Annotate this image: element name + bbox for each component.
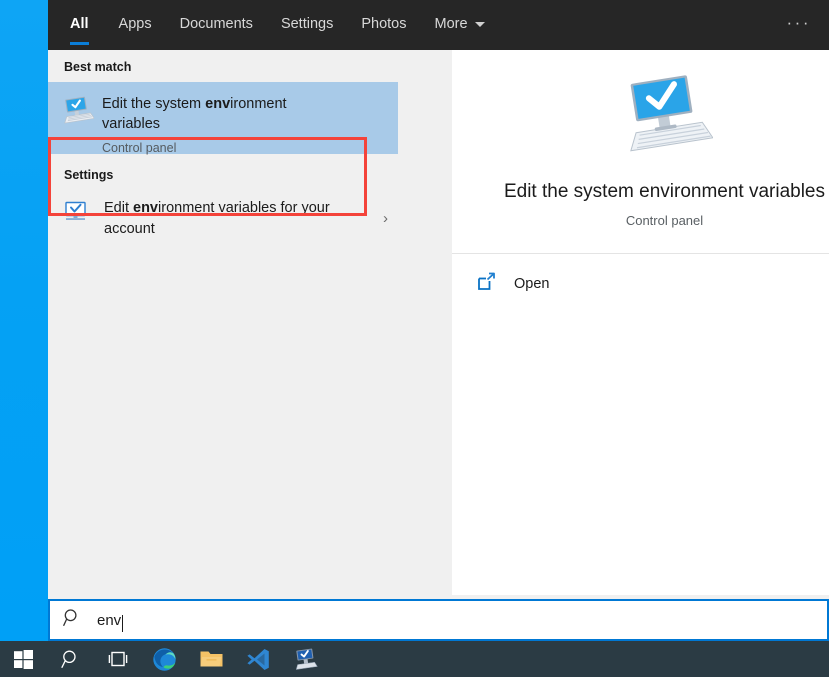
- result-item-edit-system-environment-variables[interactable]: Edit the system environment variables Co…: [48, 82, 398, 155]
- tab-photos-label: Photos: [361, 15, 407, 32]
- chevron-down-icon: [474, 22, 485, 27]
- tab-active-underline: [70, 42, 89, 45]
- visual-studio-code-icon: [247, 648, 269, 670]
- microsoft-edge-icon: [153, 647, 176, 671]
- tab-documents-label: Documents: [179, 15, 253, 32]
- taskbar: [0, 641, 829, 677]
- title-prefix: Edit: [104, 200, 134, 216]
- title-match-highlight: env: [133, 200, 159, 216]
- search-input[interactable]: env: [48, 599, 829, 641]
- desktop-wallpaper: [0, 0, 48, 641]
- vscode-button[interactable]: [235, 641, 282, 677]
- file-explorer-button[interactable]: [188, 641, 235, 677]
- search-input-value: env: [97, 611, 122, 629]
- result-item-subtitle: Control panel: [102, 141, 177, 155]
- task-view-icon: [108, 651, 127, 667]
- tab-apps-label: Apps: [118, 15, 152, 32]
- desktop: All Apps Documents Settings Photos More: [0, 0, 829, 677]
- text-cursor: [122, 614, 124, 632]
- tab-documents[interactable]: Documents: [166, 0, 267, 47]
- tab-photos[interactable]: Photos: [347, 0, 420, 47]
- search-preview-pane: Edit the system environment variables Co…: [452, 50, 829, 595]
- open-action-label: Open: [514, 276, 550, 292]
- preview-title: Edit the system environment variables: [503, 181, 826, 202]
- result-item-edit-environment-variables-for-your-account[interactable]: Edit environment variables for your acco…: [48, 190, 404, 248]
- title-prefix: Edit the system: [102, 96, 206, 112]
- tab-settings[interactable]: Settings: [267, 0, 347, 47]
- windows-search-flyout: All Apps Documents Settings Photos More: [48, 0, 829, 641]
- title-match-highlight: env: [205, 96, 231, 112]
- system-properties-icon: [295, 648, 318, 670]
- result-item-text: Edit environment variables for your acco…: [104, 198, 383, 240]
- settings-section-label: Settings: [64, 168, 114, 182]
- search-filter-tabs: All Apps Documents Settings Photos More: [48, 0, 499, 47]
- search-results-list: Best match Edit the system environment v…: [48, 50, 404, 595]
- chevron-right-icon[interactable]: ›: [383, 210, 388, 227]
- preview-hero: Edit the system environment variables Co…: [452, 50, 829, 228]
- tab-more[interactable]: More: [421, 0, 499, 47]
- tab-settings-label: Settings: [280, 15, 334, 32]
- result-item-text: Edit the system environment variables Co…: [102, 94, 317, 155]
- start-button[interactable]: [0, 641, 47, 677]
- open-external-icon: [477, 272, 496, 296]
- task-view-button[interactable]: [94, 641, 141, 677]
- result-item-title: Edit the system environment variables: [102, 94, 317, 134]
- file-explorer-icon: [200, 651, 223, 667]
- system-properties-button[interactable]: [282, 641, 329, 677]
- preview-subtitle: Control panel: [625, 213, 704, 228]
- search-icon: [60, 650, 76, 668]
- open-action-button[interactable]: Open: [452, 254, 829, 296]
- system-properties-icon: [452, 75, 829, 163]
- windows-logo-icon: [14, 649, 33, 669]
- overflow-menu-button[interactable]: ···: [787, 14, 811, 32]
- tab-more-label: More: [434, 15, 468, 32]
- tab-apps[interactable]: Apps: [105, 0, 166, 47]
- edge-button[interactable]: [141, 641, 188, 677]
- result-item-title: Edit environment variables for your acco…: [104, 198, 354, 240]
- best-match-section-label: Best match: [64, 60, 132, 74]
- search-button[interactable]: [47, 641, 94, 677]
- system-properties-icon: [60, 96, 95, 133]
- search-filter-header: All Apps Documents Settings Photos More: [48, 0, 829, 50]
- settings-monitor-icon: [64, 201, 90, 228]
- tab-all[interactable]: All: [48, 0, 105, 47]
- search-icon: [63, 608, 85, 632]
- tab-all-label: All: [70, 15, 89, 32]
